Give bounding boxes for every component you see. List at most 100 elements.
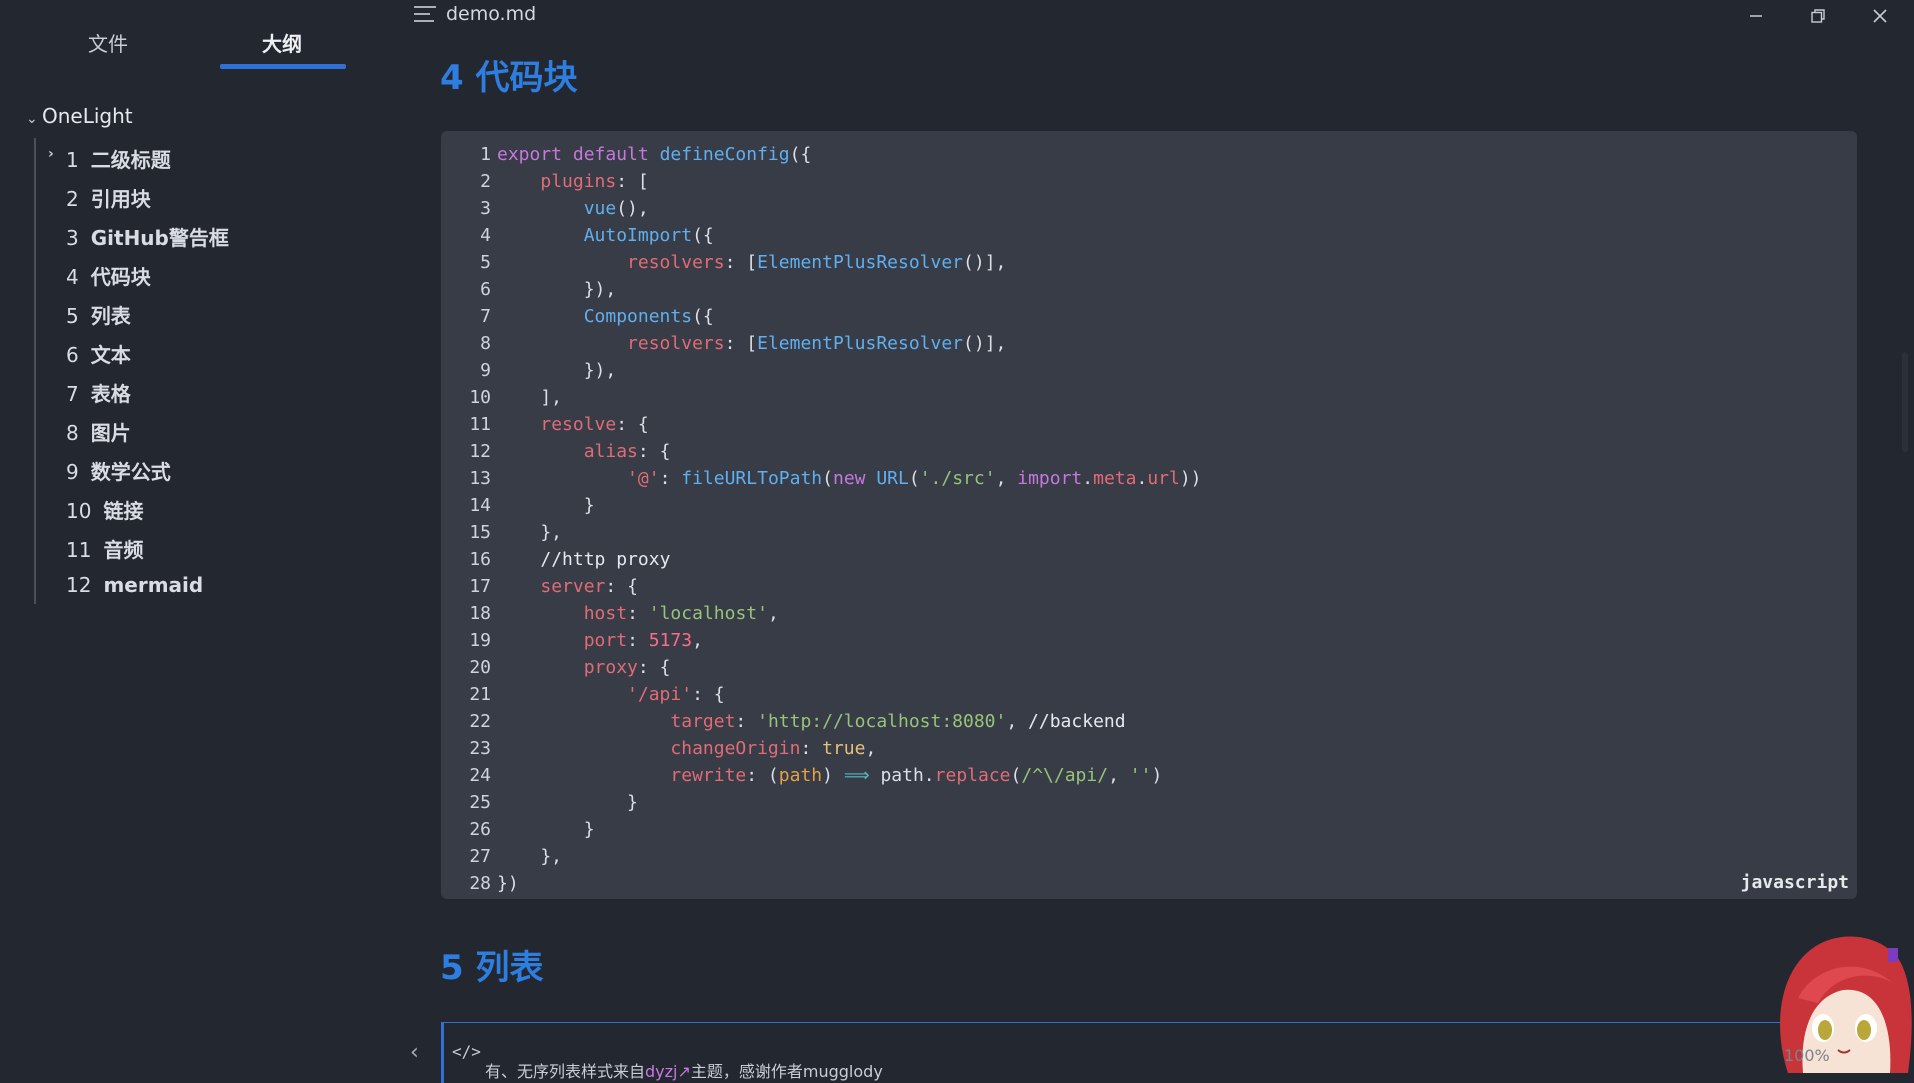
code-token: ({ (789, 144, 812, 165)
code-token: '/api' (627, 684, 693, 705)
outline-item-8[interactable]: 8 图片 (66, 417, 131, 446)
code-token: : (627, 630, 649, 651)
code-token: , (767, 603, 779, 624)
outline-item-5[interactable]: 5 列表 (66, 300, 131, 329)
outline-item-number: 4 (66, 265, 79, 289)
code-token: Components (583, 306, 693, 327)
outline-item-7[interactable]: 7 表格 (66, 378, 131, 407)
code-line: }), (497, 276, 1202, 303)
restore-button[interactable] (1788, 0, 1848, 32)
line-number: 2 (480, 171, 491, 192)
line-number: 21 (469, 684, 491, 705)
code-token: meta (1093, 468, 1137, 489)
outline-item-label: 表格 (90, 382, 131, 406)
scrollbar-thumb[interactable] (1902, 352, 1908, 452)
chevron-right-icon[interactable]: › (48, 146, 54, 162)
line-number: 25 (469, 792, 491, 813)
outline-item-11[interactable]: 11 音频 (66, 534, 143, 563)
source-code-icon[interactable]: </> (452, 1042, 481, 1061)
code-token: : [ (724, 333, 758, 354)
outline-item-label: 链接 (103, 499, 144, 523)
code-token: : { (616, 414, 649, 435)
code-token: ) (822, 765, 844, 786)
outline-item-10[interactable]: 10 链接 (66, 495, 143, 524)
line-number: 26 (469, 819, 491, 840)
code-token: //backend (1028, 711, 1126, 732)
outline-item-2[interactable]: 2 引用块 (66, 183, 151, 212)
line-number: 13 (469, 468, 491, 489)
outline-item-1[interactable]: › 1 二级标题 (48, 144, 171, 173)
tab-outline[interactable]: 大纲 (262, 28, 302, 57)
code-token: : { (637, 657, 671, 678)
restore-icon (1811, 9, 1825, 23)
code-line: alias: { (497, 438, 1202, 465)
code-token: : [ (724, 252, 758, 273)
code-token: //http proxy (540, 549, 671, 570)
code-token: resolvers (627, 252, 725, 273)
chevron-down-icon[interactable]: ⌄ (26, 111, 42, 127)
code-token: proxy (583, 657, 638, 678)
outline-item-label: 图片 (90, 421, 131, 445)
code-token: 5173 (648, 630, 693, 651)
code-line: vue(), (497, 195, 1202, 222)
outline-root-label: OneLight (42, 104, 133, 128)
code-line: }), (497, 357, 1202, 384)
code-line: ], (497, 384, 1202, 411)
code-language-label[interactable]: javascript (1741, 872, 1849, 893)
code-token: export default (497, 144, 660, 165)
code-token: import (1017, 468, 1083, 489)
outline-item-number: 6 (66, 343, 79, 367)
code-token: target (670, 711, 736, 732)
line-number: 18 (469, 603, 491, 624)
outline-item-4[interactable]: 4 代码块 (66, 261, 151, 290)
code-token: : (627, 603, 649, 624)
line-number: 11 (469, 414, 491, 435)
outline-item-label: mermaid (103, 573, 204, 597)
code-token: ( (822, 468, 833, 489)
code-token: , (995, 468, 1018, 489)
code-token: , (1006, 711, 1029, 732)
code-token: /^\/api/ (1021, 765, 1109, 786)
line-number: 10 (469, 387, 491, 408)
code-token: : [ (616, 171, 649, 192)
theme-link[interactable]: dyzj (645, 1062, 677, 1081)
code-token: , (865, 738, 877, 759)
active-tab-indicator (220, 64, 346, 69)
outline-item-number: 9 (66, 460, 79, 484)
outline-item-9[interactable]: 9 数学公式 (66, 456, 171, 485)
code-token: : ( (746, 765, 779, 786)
external-link-icon[interactable]: ↗ (677, 1062, 690, 1081)
code-line: target: 'http://localhost:8080', //backe… (497, 708, 1202, 735)
code-token: : (800, 738, 823, 759)
code-token: AutoImport (583, 225, 693, 246)
line-number: 3 (480, 198, 491, 219)
heading-code-block: 4 代码块 (440, 58, 578, 98)
outline-item-12[interactable]: 12 mermaid (66, 573, 203, 597)
code-token: resolvers (627, 333, 725, 354)
tree-guide-line (34, 138, 36, 604)
code-token: vue (583, 198, 617, 219)
code-line: }, (497, 843, 1202, 870)
tab-files[interactable]: 文件 (88, 28, 128, 57)
code-content[interactable]: export default defineConfig({ plugins: [… (497, 141, 1202, 897)
close-button[interactable] (1850, 0, 1910, 32)
outline-item-number: 10 (66, 499, 92, 523)
outline-item-3[interactable]: 3 GitHub警告框 (66, 222, 229, 251)
outline-root[interactable]: ⌄ OneLight (26, 104, 133, 128)
code-line: rewrite: (path) ⟹ path.replace(/^\/api/,… (497, 762, 1202, 789)
outline-item-number: 8 (66, 421, 79, 445)
menu-icon[interactable] (414, 6, 436, 24)
code-block[interactable]: 1 2 3 4 5 6 7 8 9 10 11 12 13 14 15 16 17 18 19 20 21 22 23 24 2… (441, 131, 1857, 899)
code-token: ()], (963, 333, 1007, 354)
chevron-left-icon[interactable]: ‹ (410, 1040, 419, 1065)
minimize-button[interactable] (1726, 0, 1786, 32)
outline-item-6[interactable]: 6 文本 (66, 339, 131, 368)
code-line: port: 5173, (497, 627, 1202, 654)
